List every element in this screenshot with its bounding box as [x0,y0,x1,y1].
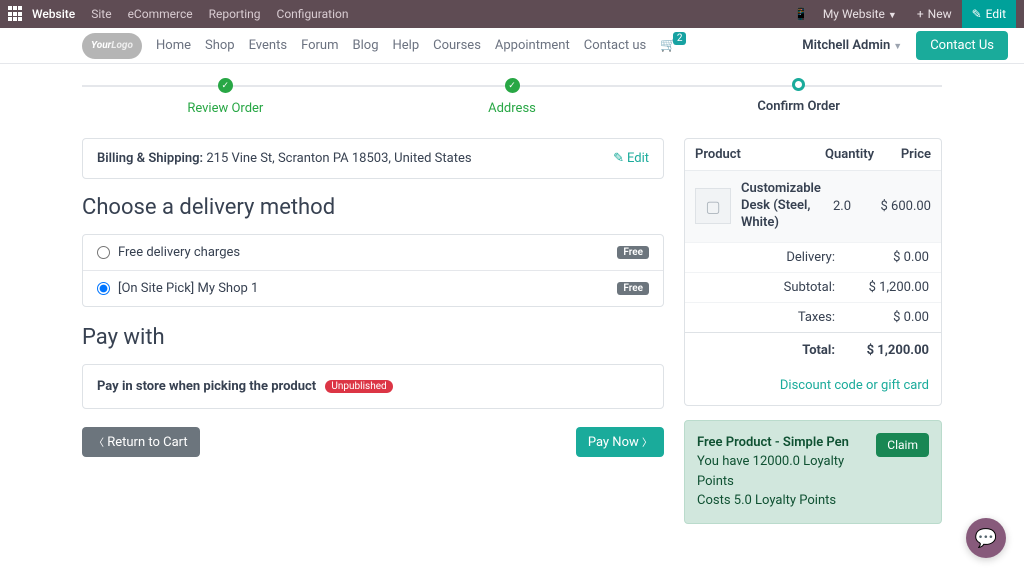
subtotal-value: $ 1,200.00 [859,280,929,295]
topmenu-reporting[interactable]: Reporting [209,7,261,21]
delivery-value: $ 0.00 [859,250,929,265]
edit-address-link[interactable]: ✎Edit [613,151,649,166]
cart-button[interactable]: 🛒2 [660,38,676,53]
total-value: $ 1,200.00 [859,343,929,358]
topmenu-ecommerce[interactable]: eCommerce [128,7,193,21]
return-to-cart-button[interactable]: 〈 Return to Cart [82,427,200,457]
product-name: Customizable Desk (Steel, White) [741,181,833,232]
free-badge: Free [617,282,649,295]
nav-forum[interactable]: Forum [301,38,338,53]
taxes-label: Taxes: [697,310,835,325]
check-icon: ✓ [505,78,520,93]
check-icon: ✓ [218,78,233,93]
app-brand: Website [32,7,75,21]
nav-shop[interactable]: Shop [205,38,235,53]
step-review[interactable]: ✓ Review Order [82,78,369,116]
promo-title: Free Product - Simple Pen [697,433,876,453]
claim-button[interactable]: Claim [876,433,929,457]
product-thumbnail: ▢ [695,188,731,224]
pay-now-button[interactable]: Pay Now 〉 [576,427,664,457]
order-summary: Product Quantity Price ▢ Customizable De… [684,138,942,406]
product-qty: 2.0 [833,199,871,214]
step-confirm: Confirm Order [655,78,942,116]
nav-events[interactable]: Events [249,38,287,53]
pay-heading: Pay with [82,325,664,350]
delivery-options: Free delivery charges Free [On Site Pick… [82,234,664,307]
payment-text: Pay in store when picking the product [97,379,316,394]
subtotal-label: Subtotal: [697,280,835,295]
nav-contactus[interactable]: Contact us [584,38,647,53]
col-price: Price [879,147,931,162]
nav-appointment[interactable]: Appointment [495,38,570,53]
new-button[interactable]: +New [907,0,962,28]
col-product: Product [695,147,825,162]
chevron-right-icon: 〉 [642,438,652,449]
delivery-radio-pickup[interactable] [97,282,110,295]
delivery-heading: Choose a delivery method [82,195,664,220]
delivery-label: Delivery: [697,250,835,265]
nav-home[interactable]: Home [156,38,191,53]
pencil-icon: ✎ [613,151,624,166]
promo-line1: You have 12000.0 Loyalty Points [697,454,844,489]
col-quantity: Quantity [825,147,879,162]
contactus-button[interactable]: Contact Us [916,31,1008,60]
summary-product-row: ▢ Customizable Desk (Steel, White) 2.0 $… [685,170,941,242]
mobile-icon[interactable]: 📱 [794,7,809,21]
delivery-radio-free[interactable] [97,246,110,259]
taxes-value: $ 0.00 [859,310,929,325]
nav-blog[interactable]: Blog [353,38,379,53]
edit-button[interactable]: ✎Edit [962,0,1016,28]
topmenu-configuration[interactable]: Configuration [277,7,349,21]
step-address[interactable]: ✓ Address [369,78,656,116]
nav-help[interactable]: Help [393,38,420,53]
billing-address: 215 Vine St, Scranton PA 18503, United S… [206,151,471,166]
topmenu-site[interactable]: Site [91,7,111,21]
payment-card: Pay in store when picking the product Un… [82,364,664,409]
logo[interactable]: YourLogo [82,33,142,59]
unpublished-badge: Unpublished [325,380,392,393]
mywebsite-dropdown[interactable]: My Website▼ [823,7,897,21]
cart-badge: 2 [673,32,687,45]
total-label: Total: [697,343,835,358]
billing-card: Billing & Shipping: 215 Vine St, Scranto… [82,138,664,179]
delivery-option-free[interactable]: Free delivery charges Free [83,235,663,271]
free-badge: Free [617,246,649,259]
chat-fab[interactable]: 💬 [966,518,1006,558]
promo-line2: Costs 5.0 Loyalty Points [697,493,836,508]
nav-courses[interactable]: Courses [433,38,481,53]
billing-label: Billing & Shipping: [97,151,203,166]
user-menu[interactable]: Mitchell Admin▼ [802,38,902,53]
product-price: $ 600.00 [871,199,931,214]
chevron-left-icon: 〈 [94,438,104,449]
discount-code-link[interactable]: Discount code or gift card [780,378,929,393]
chat-icon: 💬 [975,528,997,549]
delivery-option-pickup[interactable]: [On Site Pick] My Shop 1 Free [83,271,663,306]
promo-banner: Free Product - Simple Pen You have 12000… [684,420,942,524]
apps-icon[interactable] [8,6,24,22]
active-step-icon [792,78,805,91]
checkout-stepper: ✓ Review Order ✓ Address Confirm Order [82,78,942,116]
